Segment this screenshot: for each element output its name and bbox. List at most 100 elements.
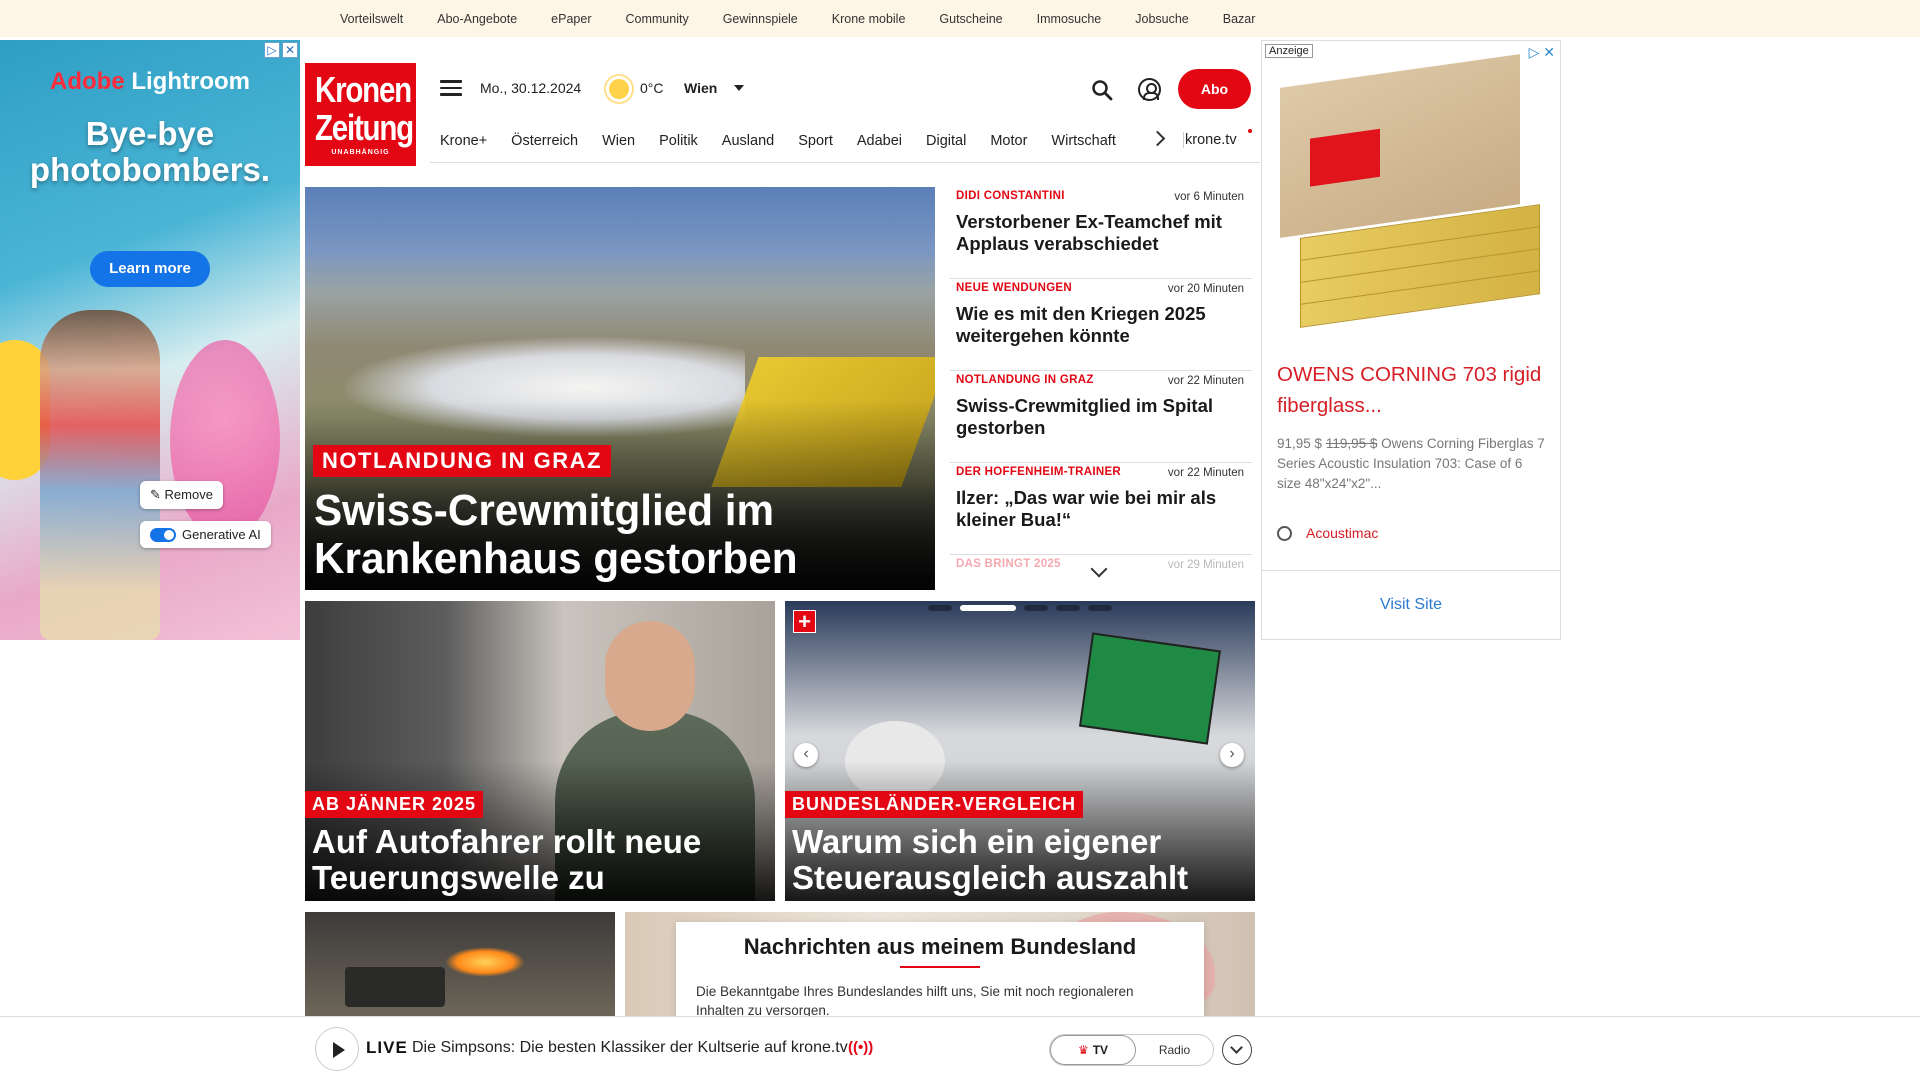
nav-item-digital[interactable]: Digital: [926, 133, 966, 149]
left-ad-banner[interactable]: ▷ ✕ Adobe Lightroom Bye-bye photobombers…: [0, 40, 300, 640]
nav-item-politik[interactable]: Politik: [659, 133, 698, 149]
ad-vendor[interactable]: Acoustimac: [1277, 525, 1378, 541]
ticker-headline[interactable]: Verstorbener Ex-Teamchef mit Applaus ver…: [956, 211, 1244, 255]
abo-button[interactable]: Abo: [1178, 69, 1251, 109]
ad-learn-more-button[interactable]: Learn more: [90, 251, 210, 287]
current-date: Mo., 30.12.2024: [480, 80, 582, 96]
ticker-item[interactable]: DIDI CONSTANTINI vor 6 Minuten Verstorbe…: [950, 187, 1252, 279]
tv-tab[interactable]: ♛ TV: [1050, 1035, 1136, 1065]
ticker-headline[interactable]: Swiss-Crewmitglied im Spital gestorben: [956, 395, 1244, 439]
krone-plus-badge: +: [793, 610, 816, 633]
carousel-dot[interactable]: [1024, 605, 1048, 611]
ad-close-icon[interactable]: ✕: [1543, 44, 1555, 60]
carousel-next-icon[interactable]: ›: [1220, 743, 1244, 767]
ad-photobomber-image: [170, 340, 280, 540]
rocket-fire-image: [445, 947, 525, 977]
tile-kicker: AB JÄNNER 2025: [305, 791, 484, 818]
topbar-link-vorteilswelt[interactable]: Vorteilswelt: [340, 12, 403, 26]
ad-vendor-name[interactable]: Acoustimac: [1306, 525, 1378, 541]
hero-kicker: NOTLANDUNG IN GRAZ: [313, 445, 611, 477]
nav-item-motor[interactable]: Motor: [990, 133, 1027, 149]
ad-brand-adobe: Adobe: [50, 68, 125, 95]
ad-product-title[interactable]: OWENS CORNING 703 rigid fiberglass...: [1277, 359, 1547, 421]
ad-brand-product: Lightroom: [131, 68, 250, 95]
ad-choices-icon[interactable]: ▷: [1529, 44, 1540, 60]
ad-price-description: 91,95 $ 119,95 $ Owens Corning Fiberglas…: [1277, 434, 1547, 494]
hero-title[interactable]: Swiss-Crewmitglied im Krankenhaus gestor…: [314, 487, 900, 583]
radio-tab[interactable]: Radio: [1136, 1035, 1213, 1065]
live-label: LIVE: [366, 1038, 408, 1057]
bundesland-text: Die Bekanntgabe Ihres Bundeslandes hilft…: [696, 984, 1134, 1018]
topbar-link-gutscheine[interactable]: Gutscheine: [939, 12, 1002, 26]
ad-choices-icon[interactable]: ▷: [264, 42, 280, 58]
ticker-item[interactable]: DER HOFFENHEIM-TRAINER vor 22 Minuten Il…: [950, 463, 1252, 555]
ad-choices-icons[interactable]: ▷ ✕: [1529, 44, 1555, 61]
rocket-truck-image: [345, 967, 445, 1007]
toggle-icon: [150, 527, 176, 542]
carousel-dot[interactable]: [928, 605, 952, 611]
carousel-dot-active[interactable]: [960, 605, 1016, 611]
topbar-link-community[interactable]: Community: [625, 12, 688, 26]
tile-title[interactable]: Warum sich ein eigener Steuerausgleich a…: [792, 824, 1252, 896]
top-utility-bar: Vorteilswelt Abo-Angebote ePaper Communi…: [0, 0, 1920, 37]
topbar-link-abo-angebote[interactable]: Abo-Angebote: [437, 12, 517, 26]
nav-item-wien[interactable]: Wien: [602, 133, 635, 149]
ad-close-icon[interactable]: ✕: [282, 42, 298, 58]
hamburger-menu-icon[interactable]: [440, 80, 462, 98]
nav-item-krone-tv[interactable]: krone.tv: [1183, 132, 1237, 148]
ad-visit-site-link[interactable]: Visit Site: [1262, 596, 1560, 614]
chevron-down-icon[interactable]: [734, 85, 744, 91]
tv-radio-switch[interactable]: ♛ TV Radio: [1049, 1034, 1214, 1066]
ticker-time: vor 29 Minuten: [1167, 559, 1244, 571]
hero-story[interactable]: NOTLANDUNG IN GRAZ Swiss-Crewmitglied im…: [305, 187, 935, 590]
ad-label: Anzeige: [1265, 44, 1313, 58]
ticker-item[interactable]: DAS BRINGT 2025 vor 29 Minuten: [950, 555, 1252, 597]
ad-choices-icons[interactable]: ▷ ✕: [264, 42, 298, 58]
nav-item-sport[interactable]: Sport: [798, 133, 833, 149]
topbar-link-immosuche[interactable]: Immosuche: [1037, 12, 1102, 26]
ticker-headline[interactable]: Ilzer: „Das war wie bei mir als kleiner …: [956, 487, 1244, 531]
carousel-dot[interactable]: [1088, 605, 1112, 611]
topbar-link-bazar[interactable]: Bazar: [1223, 12, 1256, 26]
account-icon[interactable]: [1138, 78, 1161, 101]
ad-price-old: 119,95 $: [1325, 436, 1378, 451]
ad-generative-ai-chip: Generative AI: [140, 521, 271, 548]
ticker-headline[interactable]: Wie es mit den Kriegen 2025 weitergehen …: [956, 303, 1244, 347]
carousel-dot[interactable]: [1056, 605, 1080, 611]
ticker-time: vor 22 Minuten: [1167, 467, 1244, 479]
nav-item-oesterreich[interactable]: Österreich: [511, 133, 578, 149]
story-tile[interactable]: BUNDESLÄNDER-VERGLEICH Warum sich ein ei…: [785, 601, 1255, 901]
temperature: 0°C: [640, 80, 664, 96]
kronen-zeitung-logo[interactable]: Kronen Zeitung UNABHÄNGIG: [305, 63, 416, 166]
nav-item-wirtschaft[interactable]: Wirtschaft: [1051, 133, 1115, 149]
ad-divider: [1262, 570, 1560, 571]
live-title[interactable]: Die Simpsons: Die besten Klassiker der K…: [412, 1039, 848, 1057]
crown-icon: ♛: [1077, 1043, 1089, 1057]
ticker-item[interactable]: NEUE WENDUNGEN vor 20 Minuten Wie es mit…: [950, 279, 1252, 371]
box-label: [1310, 128, 1380, 187]
play-icon[interactable]: [315, 1027, 359, 1071]
right-ad-panel[interactable]: Anzeige ▷ ✕ OWENS CORNING 703 rigid fibe…: [1261, 40, 1561, 640]
city-selector[interactable]: Wien: [684, 80, 717, 96]
search-icon[interactable]: [1091, 79, 1113, 101]
ad-generative-ai-label: Generative AI: [182, 527, 261, 542]
expand-chevron-icon[interactable]: [1222, 1035, 1252, 1065]
insulation-box-image: [1280, 54, 1520, 238]
ad-product-image[interactable]: [1270, 54, 1554, 328]
nav-item-ausland[interactable]: Ausland: [722, 133, 774, 149]
nav-item-krone-plus[interactable]: Krone+: [440, 133, 487, 149]
tile-face-image: [605, 621, 695, 731]
sun-icon: [609, 79, 629, 99]
ticker-time: vor 20 Minuten: [1167, 283, 1244, 295]
ticker-item[interactable]: NOTLANDUNG IN GRAZ vor 22 Minuten Swiss-…: [950, 371, 1252, 463]
ad-person-image: [40, 310, 160, 640]
topbar-link-krone-mobile[interactable]: Krone mobile: [832, 12, 906, 26]
carousel-prev-icon[interactable]: ‹: [794, 743, 818, 767]
topbar-link-jobsuche[interactable]: Jobsuche: [1135, 12, 1189, 26]
nav-item-adabei[interactable]: Adabei: [857, 133, 902, 149]
topbar-link-gewinnspiele[interactable]: Gewinnspiele: [723, 12, 798, 26]
story-tile[interactable]: AB JÄNNER 2025 Auf Autofahrer rollt neue…: [305, 601, 775, 901]
ad-price-new: 91,95 $: [1277, 436, 1323, 451]
topbar-link-epaper[interactable]: ePaper: [551, 12, 591, 26]
tile-title[interactable]: Auf Autofahrer rollt neue Teuerungswelle…: [312, 824, 772, 896]
